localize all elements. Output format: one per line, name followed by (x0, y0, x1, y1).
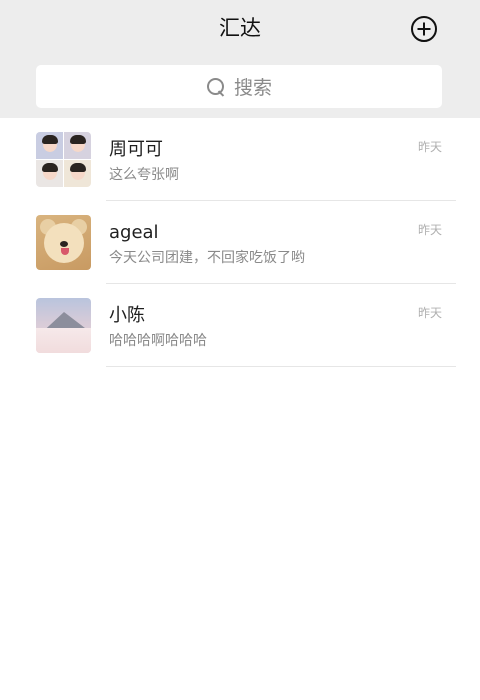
avatar (36, 215, 91, 270)
chat-time: 昨天 (417, 306, 442, 320)
chat-time: 昨天 (417, 140, 442, 154)
avatar (36, 132, 91, 187)
chat-preview: 今天公司团建，不回家吃饭了哟 (109, 250, 305, 266)
plus-circle-icon[interactable] (411, 16, 437, 42)
chat-list: 周可可 这么夸张啊 昨天 ageal 今天公司团建，不回家吃饭了哟 昨天 小陈 (0, 118, 480, 367)
page-title: 汇达 (219, 16, 261, 40)
top-bar: 汇达 搜索 (0, 0, 480, 118)
chat-name: 小陈 (109, 305, 145, 326)
divider (106, 366, 456, 367)
chat-preview: 哈哈哈啊哈哈哈 (109, 333, 207, 349)
chat-preview: 这么夸张啊 (109, 167, 179, 183)
search-label: 搜索 (233, 77, 272, 99)
search-bar[interactable]: 搜索 (36, 65, 442, 108)
chat-item-ageal[interactable]: ageal 今天公司团建，不回家吃饭了哟 昨天 (0, 201, 480, 284)
chat-time: 昨天 (417, 223, 442, 237)
chat-name: ageal (109, 222, 159, 243)
chat-item-zhoukeke[interactable]: 周可可 这么夸张啊 昨天 (0, 118, 480, 201)
avatar (36, 298, 91, 353)
chat-item-xiaochen[interactable]: 小陈 哈哈哈啊哈哈哈 昨天 (0, 284, 480, 367)
search-icon (206, 77, 226, 97)
chat-name: 周可可 (109, 139, 163, 160)
